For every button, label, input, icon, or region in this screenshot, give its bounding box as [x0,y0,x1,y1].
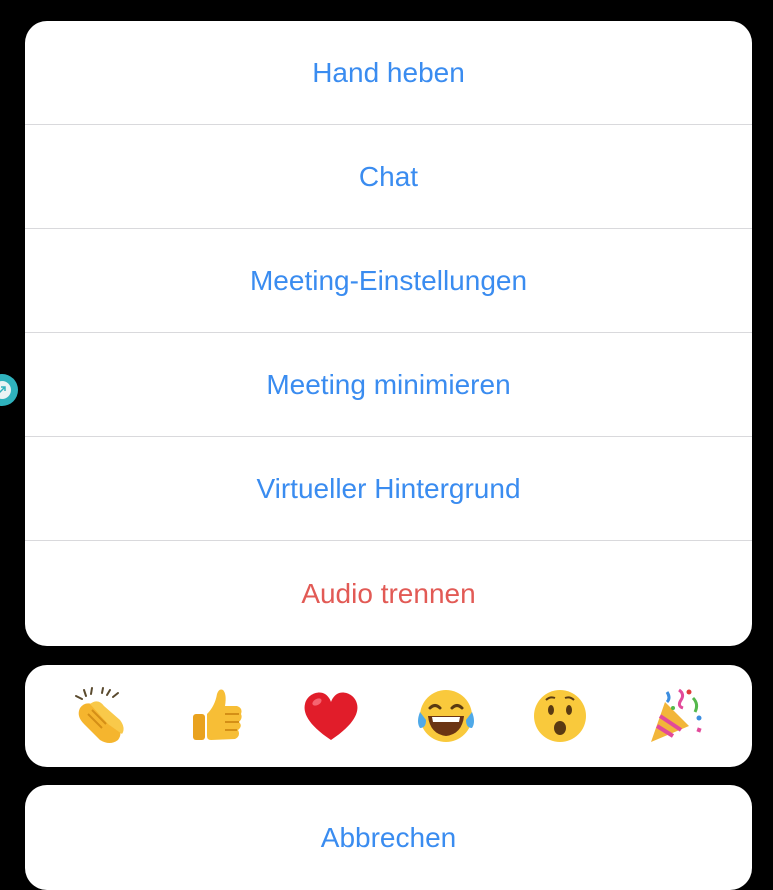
handle-dot-icon [0,381,11,399]
reaction-clap-button[interactable] [66,680,138,752]
red-heart-icon [304,692,358,740]
reaction-laugh-button[interactable] [410,680,482,752]
surprised-face-icon [534,690,587,742]
party-popper-icon [650,688,702,742]
tears-of-joy-icon [417,690,474,742]
reaction-party-button[interactable] [639,680,711,752]
virtual-background-button[interactable]: Virtueller Hintergrund [25,437,752,541]
meeting-settings-button[interactable]: Meeting-Einstellungen [25,229,752,333]
screen: Hand heben Chat Meeting-Einstellungen Me… [0,0,773,890]
reaction-heart-button[interactable] [295,680,367,752]
chat-button[interactable]: Chat [25,125,752,229]
disconnect-audio-button[interactable]: Audio trennen [25,541,752,646]
clapping-hands-icon [75,687,124,743]
action-sheet: Hand heben Chat Meeting-Einstellungen Me… [25,21,752,646]
reaction-thumbs-up-button[interactable] [181,680,253,752]
reaction-surprised-button[interactable] [524,680,596,752]
cancel-button[interactable]: Abbrechen [25,785,752,890]
floating-assistive-handle[interactable] [0,374,18,406]
minimize-meeting-button[interactable]: Meeting minimieren [25,333,752,437]
thumbs-up-icon [192,689,242,740]
raise-hand-button[interactable]: Hand heben [25,21,752,125]
reaction-bar [25,665,752,767]
arrow-icon [0,386,6,394]
